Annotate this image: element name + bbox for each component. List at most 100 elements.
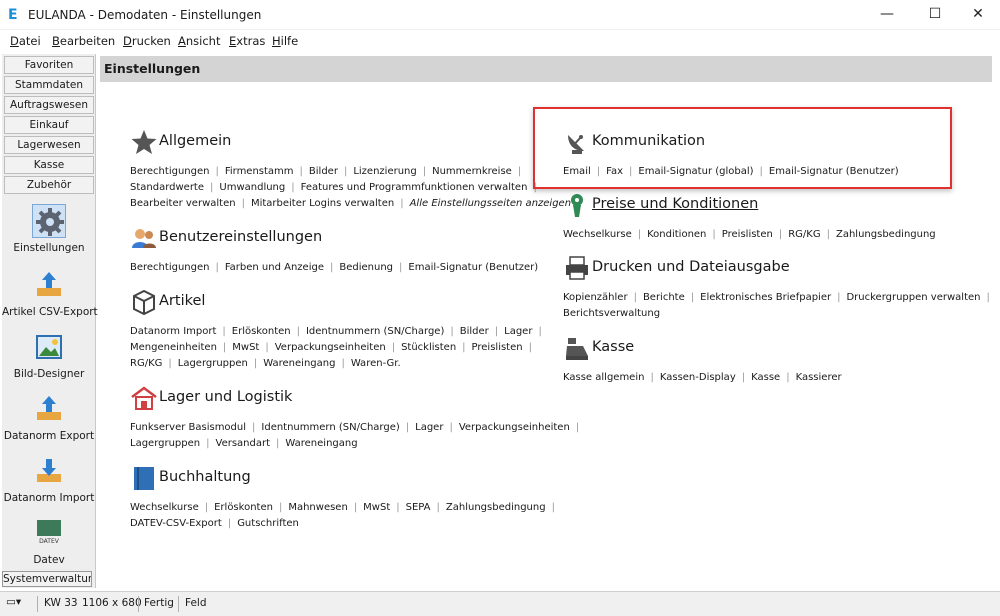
nav-systemverwaltung[interactable]: Systemverwaltung xyxy=(2,571,92,587)
settings-link[interactable]: Kopienzähler xyxy=(563,292,628,303)
settings-link[interactable]: Berechtigungen xyxy=(130,262,209,273)
settings-link[interactable]: RG/KG xyxy=(130,358,162,369)
settings-link[interactable]: Erlöskonten xyxy=(232,326,291,337)
link-separator: | xyxy=(241,198,245,209)
settings-link[interactable]: Berichtsverwaltung xyxy=(563,308,660,319)
menu-extras[interactable]: Extras xyxy=(229,34,265,48)
box-icon xyxy=(133,289,155,316)
settings-link[interactable]: Lagergruppen xyxy=(178,358,248,369)
settings-link[interactable]: Kasse allgemein xyxy=(563,372,644,383)
tool-bild-designer[interactable]: Bild-Designer xyxy=(2,330,96,380)
menu-ansicht[interactable]: Ansicht xyxy=(178,34,220,48)
settings-link[interactable]: Funkserver Basismodul xyxy=(130,422,246,433)
maximize-button[interactable]: ☐ xyxy=(912,0,958,30)
settings-link[interactable]: Features und Programmfunktionen verwalte… xyxy=(301,182,528,193)
settings-link[interactable]: Lager xyxy=(504,326,532,337)
settings-link[interactable]: Berichte xyxy=(643,292,685,303)
settings-link[interactable]: Berechtigungen xyxy=(130,166,209,177)
section-title: Buchhaltung xyxy=(159,469,251,485)
settings-link[interactable]: Bilder xyxy=(460,326,489,337)
settings-link[interactable]: Preislisten xyxy=(472,342,523,353)
menu-bearbeiten[interactable]: Bearbeiten xyxy=(52,34,115,48)
settings-link[interactable]: Datanorm Import xyxy=(130,326,216,337)
settings-link[interactable]: Firmenstamm xyxy=(225,166,294,177)
tool-einstellungen[interactable]: Einstellungen xyxy=(2,204,96,254)
settings-link[interactable]: Waren-Gr. xyxy=(351,358,401,369)
tool-datanorm-export[interactable]: Datanorm Export xyxy=(2,392,96,442)
settings-link[interactable]: MwSt xyxy=(232,342,259,353)
settings-link[interactable]: Wechselkurse xyxy=(563,229,632,240)
settings-link[interactable]: Zahlungsbedingung xyxy=(836,229,936,240)
nav-lagerwesen[interactable]: Lagerwesen xyxy=(4,136,94,154)
link-separator: | xyxy=(400,198,404,209)
settings-link[interactable]: Lagergruppen xyxy=(130,438,200,449)
link-separator: | xyxy=(215,166,219,177)
settings-link[interactable]: Bedienung xyxy=(339,262,393,273)
ledger-icon xyxy=(134,467,154,490)
settings-link[interactable]: Verpackungseinheiten xyxy=(275,342,386,353)
settings-link[interactable]: Kassierer xyxy=(796,372,842,383)
link-separator: | xyxy=(575,422,580,433)
settings-link[interactable]: Farben und Anzeige xyxy=(225,262,324,273)
settings-link[interactable]: Wareneingang xyxy=(285,438,357,449)
settings-link[interactable]: Kassen-Display xyxy=(660,372,736,383)
nav-stammdaten[interactable]: Stammdaten xyxy=(4,76,94,94)
link-row: DATEV-CSV-Export | Gutschriften xyxy=(130,516,561,532)
settings-link[interactable]: Nummernkreise xyxy=(432,166,512,177)
link-separator: | xyxy=(449,422,453,433)
section-title[interactable]: Preise und Konditionen xyxy=(592,196,758,212)
layout-dropdown-icon[interactable]: ▭▾ xyxy=(6,596,21,608)
settings-link[interactable]: Elektronisches Briefpapier xyxy=(700,292,831,303)
settings-link[interactable]: Mahnwesen xyxy=(288,502,347,513)
settings-link[interactable]: Kasse xyxy=(751,372,780,383)
settings-link[interactable]: DATEV-CSV-Export xyxy=(130,518,222,529)
settings-link[interactable]: Lizenzierung xyxy=(353,166,416,177)
link-separator: | xyxy=(353,502,358,513)
nav-zubehoer[interactable]: Zubehör xyxy=(4,176,94,194)
star-icon xyxy=(131,130,157,154)
settings-link[interactable]: Mitarbeiter Logins verwalten xyxy=(251,198,394,209)
tool-artikel-csv-export[interactable]: Artikel CSV-Export xyxy=(2,268,98,318)
settings-link[interactable]: Lager xyxy=(415,422,443,433)
settings-link[interactable]: Bearbeiter verwalten xyxy=(130,198,236,209)
nav-auftragswesen[interactable]: Auftragswesen xyxy=(4,96,94,114)
link-list: Kasse allgemein | Kassen-Display | Kasse | Kas… xyxy=(563,370,842,386)
settings-link[interactable]: Verpackungseinheiten xyxy=(459,422,570,433)
settings-link[interactable]: Druckergruppen verwalten xyxy=(846,292,980,303)
link-separator: | xyxy=(462,342,466,353)
link-separator: | xyxy=(528,342,532,353)
settings-link[interactable]: Umwandlung xyxy=(219,182,285,193)
tool-datev[interactable]: DATEV Datev xyxy=(2,516,96,566)
settings-link[interactable]: Identnummern (SN/Charge) xyxy=(306,326,444,337)
settings-link[interactable]: Bilder xyxy=(309,166,338,177)
close-button[interactable]: ✕ xyxy=(955,0,1000,30)
settings-link[interactable]: MwSt xyxy=(363,502,390,513)
link-separator: | xyxy=(341,358,345,369)
tool-label: Datanorm Export xyxy=(3,430,95,442)
nav-favoriten[interactable]: Favoriten xyxy=(4,56,94,74)
settings-link[interactable]: Email-Signatur (Benutzer) xyxy=(408,262,538,273)
settings-link[interactable]: RG/KG xyxy=(788,229,820,240)
settings-link[interactable]: Gutschriften xyxy=(237,518,299,529)
settings-link[interactable]: SEPA xyxy=(406,502,431,513)
settings-link[interactable]: Stücklisten xyxy=(401,342,456,353)
menu-hilfe[interactable]: Hilfe xyxy=(272,34,298,48)
menu-drucken[interactable]: Drucken xyxy=(123,34,171,48)
minimize-button[interactable]: — xyxy=(864,0,910,30)
settings-link[interactable]: Mengeneinheiten xyxy=(130,342,217,353)
menu-datei[interactable]: Datei xyxy=(10,34,41,48)
settings-link[interactable]: Konditionen xyxy=(647,229,706,240)
nav-einkauf[interactable]: Einkauf xyxy=(4,116,94,134)
settings-link[interactable]: Standardwerte xyxy=(130,182,204,193)
settings-link[interactable]: Versandart xyxy=(216,438,271,449)
tool-datanorm-import[interactable]: Datanorm Import xyxy=(2,454,96,504)
nav-kasse[interactable]: Kasse xyxy=(4,156,94,174)
settings-link[interactable]: Alle Einstellungsseiten anzeigen xyxy=(410,198,571,209)
settings-link[interactable]: Erlöskonten xyxy=(214,502,273,513)
section-title: Allgemein xyxy=(159,133,232,149)
settings-link[interactable]: Wareneingang xyxy=(263,358,335,369)
settings-link[interactable]: Wechselkurse xyxy=(130,502,199,513)
settings-link[interactable]: Zahlungsbedingung xyxy=(446,502,546,513)
settings-link[interactable]: Identnummern (SN/Charge) xyxy=(261,422,399,433)
settings-link[interactable]: Preislisten xyxy=(722,229,773,240)
